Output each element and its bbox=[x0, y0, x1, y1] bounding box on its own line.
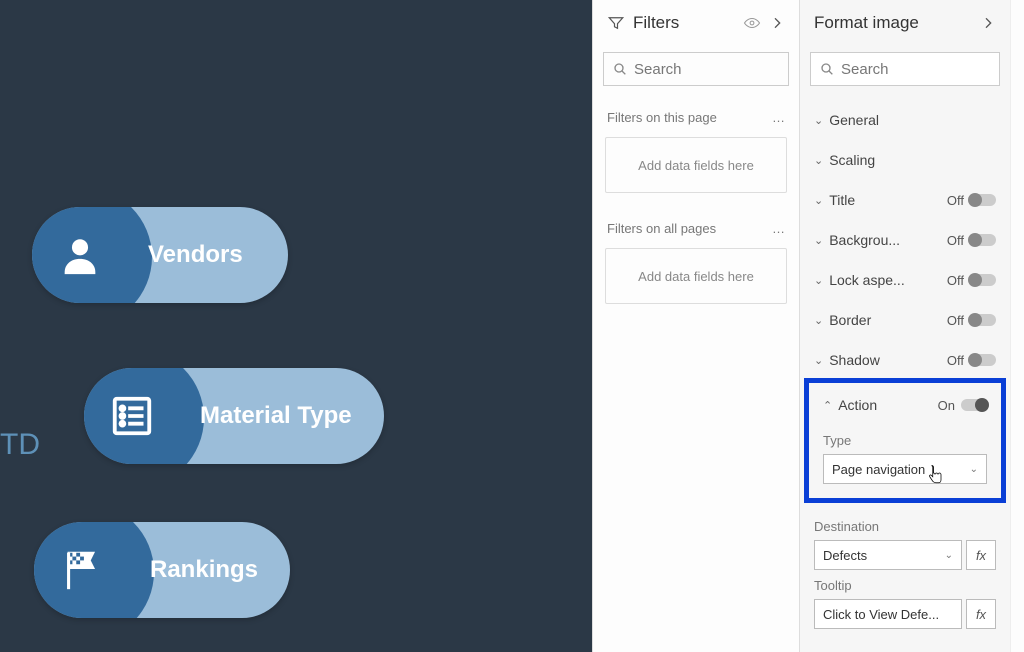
filters-all-pages-dropzone[interactable]: Add data fields here bbox=[605, 248, 787, 304]
eye-icon[interactable] bbox=[743, 14, 761, 32]
filters-all-pages-header: Filters on all pages… bbox=[593, 211, 799, 244]
format-title: Format image bbox=[814, 13, 919, 33]
filters-on-page-header: Filters on this page… bbox=[593, 100, 799, 133]
toggle[interactable] bbox=[970, 354, 996, 366]
nav-button-rankings[interactable]: Rankings bbox=[34, 522, 290, 618]
nav-button-vendors[interactable]: Vendors bbox=[32, 207, 288, 303]
format-row-lock-aspect[interactable]: ⌄Lock aspe...Off bbox=[800, 260, 1010, 300]
search-placeholder: Search bbox=[634, 61, 682, 78]
chevron-down-icon: ⌄ bbox=[814, 274, 823, 287]
list-icon bbox=[84, 393, 180, 439]
format-row-shadow[interactable]: ⌄ShadowOff bbox=[800, 340, 1010, 380]
filters-on-page-dropzone[interactable]: Add data fields here bbox=[605, 137, 787, 193]
chevron-down-icon: ⌄ bbox=[814, 354, 823, 367]
pill-label: Material Type bbox=[200, 402, 352, 430]
chevron-down-icon: ⌄ bbox=[814, 114, 823, 127]
format-row-scaling[interactable]: ⌄Scaling bbox=[800, 140, 1010, 180]
chevron-right-icon[interactable] bbox=[769, 15, 785, 31]
nav-button-material-type[interactable]: Material Type bbox=[84, 368, 384, 464]
pill-label: Rankings bbox=[150, 556, 258, 584]
format-row-general[interactable]: ⌄General bbox=[800, 100, 1010, 140]
filters-header: Filters bbox=[593, 0, 799, 46]
tooltip-label: Tooltip bbox=[800, 570, 1010, 599]
format-header: Format image bbox=[800, 0, 1010, 46]
more-icon[interactable]: … bbox=[772, 221, 785, 236]
fx-button[interactable]: fx bbox=[966, 599, 996, 629]
collapsed-pane-strip[interactable] bbox=[1010, 0, 1024, 652]
format-search[interactable]: Search bbox=[810, 52, 1000, 86]
format-pane: Format image Search ⌄General ⌄Scaling ⌄T… bbox=[800, 0, 1010, 652]
format-row-title[interactable]: ⌄TitleOff bbox=[800, 180, 1010, 220]
format-row-background[interactable]: ⌄Backgrou...Off bbox=[800, 220, 1010, 260]
filters-search[interactable]: Search bbox=[603, 52, 789, 86]
filter-icon bbox=[607, 14, 625, 32]
chevron-down-icon: ⌄ bbox=[814, 234, 823, 247]
toggle[interactable] bbox=[970, 194, 996, 206]
format-row-action[interactable]: ⌃ActionOn bbox=[815, 385, 995, 425]
chevron-down-icon: ⌄ bbox=[814, 314, 823, 327]
filters-title: Filters bbox=[633, 13, 679, 33]
fx-button[interactable]: fx bbox=[966, 540, 996, 570]
format-row-border[interactable]: ⌄BorderOff bbox=[800, 300, 1010, 340]
search-icon bbox=[819, 61, 835, 77]
pill-label: Vendors bbox=[148, 241, 243, 269]
chevron-up-icon: ⌃ bbox=[823, 399, 832, 412]
chevron-down-icon: ⌄ bbox=[945, 550, 953, 561]
cursor-pointer-icon bbox=[926, 465, 944, 487]
person-icon bbox=[32, 232, 128, 278]
partial-title-text: TD bbox=[0, 428, 40, 462]
chevron-down-icon: ⌄ bbox=[814, 194, 823, 207]
toggle[interactable] bbox=[961, 399, 987, 411]
toggle[interactable] bbox=[970, 234, 996, 246]
chevron-down-icon: ⌄ bbox=[970, 464, 978, 475]
tooltip-input[interactable]: Click to View Defe... bbox=[814, 599, 962, 629]
destination-dropdown[interactable]: Defects ⌄ bbox=[814, 540, 962, 570]
type-label: Type bbox=[815, 425, 995, 454]
filters-pane: Filters Search Filters on this page… Add… bbox=[592, 0, 800, 652]
toggle[interactable] bbox=[970, 274, 996, 286]
action-type-dropdown[interactable]: Page navigation ⌄ bbox=[823, 454, 987, 484]
toggle[interactable] bbox=[970, 314, 996, 326]
search-icon bbox=[612, 61, 628, 77]
chevron-right-icon[interactable] bbox=[980, 15, 996, 31]
chevron-down-icon: ⌄ bbox=[814, 154, 823, 167]
report-canvas: TD Vendors Material Type Rankings bbox=[0, 0, 592, 652]
search-placeholder: Search bbox=[841, 61, 889, 78]
more-icon[interactable]: … bbox=[772, 110, 785, 125]
action-highlight-box: ⌃ActionOn Type Page navigation ⌄ bbox=[804, 378, 1006, 503]
destination-label: Destination bbox=[800, 511, 1010, 540]
flag-icon bbox=[34, 547, 130, 593]
